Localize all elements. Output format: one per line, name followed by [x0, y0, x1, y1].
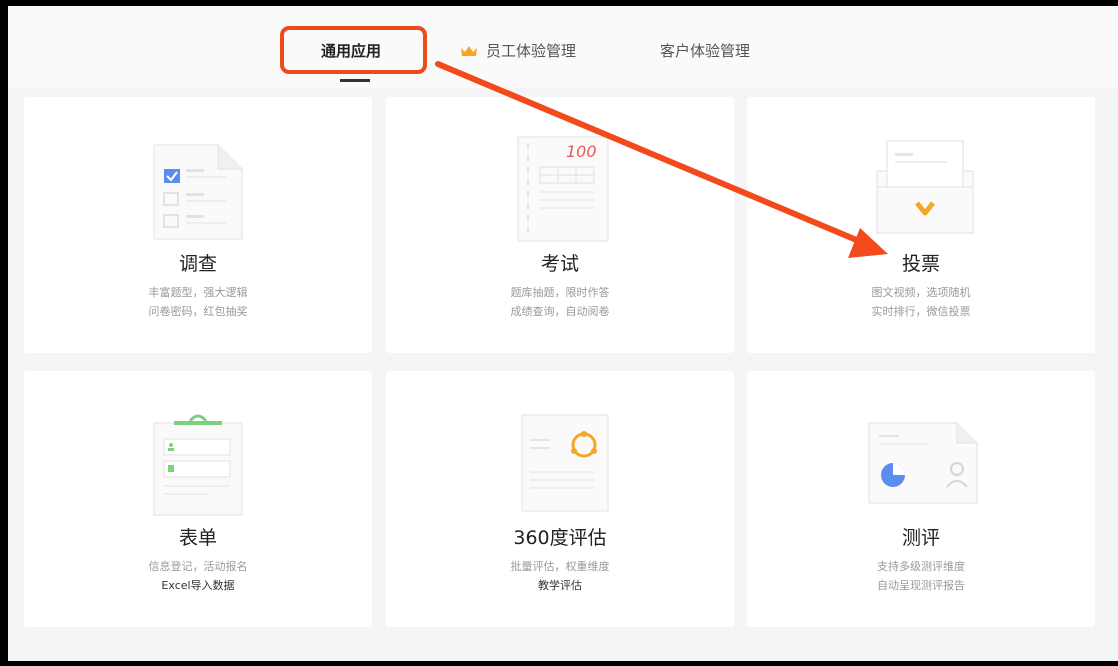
survey-icon: [153, 144, 243, 240]
card-description: 图文视频，选项随机 实时排行，微信投票: [747, 283, 1095, 321]
card-desc-line: 题库抽题，限时作答: [510, 286, 610, 299]
card-title: 调查: [178, 253, 217, 275]
card-title: 测评: [901, 527, 940, 549]
card-desc-line: 丰富题型，强大逻辑: [148, 286, 248, 299]
ballot-box-icon: [876, 140, 974, 234]
card-desc-line: 实时排行，微信投票: [871, 305, 971, 318]
app-card-360-review[interactable]: 360度评估 批量评估，权重维度 教学评估: [386, 371, 734, 627]
card-desc-line: 信息登记，活动报名: [148, 560, 248, 573]
card-desc-line: 成绩查询，自动阅卷: [510, 305, 610, 318]
app-frame: 通用应用 员工体验管理 客户体验管理 调查 丰富题型，强大逻辑 问卷密码，红包抽…: [8, 6, 1118, 661]
card-desc-line: 自动呈现测评报告: [877, 579, 965, 592]
highlight-box: [280, 26, 427, 74]
card-description: 丰富题型，强大逻辑 问卷密码，红包抽奖: [24, 283, 372, 321]
app-card-form[interactable]: 表单 信息登记，活动报名 Excel导入数据: [24, 371, 372, 627]
active-tab-indicator: [340, 79, 370, 82]
card-desc-line: 支持多级测评维度: [877, 560, 965, 573]
card-title: 考试: [540, 253, 579, 275]
exam-paper-icon: 100: [517, 136, 609, 242]
tab-customer-experience[interactable]: 客户体验管理: [660, 40, 750, 61]
app-card-assessment[interactable]: 测评 支持多级测评维度 自动呈现测评报告: [747, 371, 1095, 627]
card-title: 投票: [901, 253, 940, 275]
app-card-vote[interactable]: 投票 图文视频，选项随机 实时排行，微信投票: [747, 97, 1095, 353]
app-card-exam[interactable]: 100 考试 题库抽题，限时作答 成绩查询，自动阅卷: [386, 97, 734, 353]
360-review-icon: [521, 414, 609, 512]
app-card-survey[interactable]: 调查 丰富题型，强大逻辑 问卷密码，红包抽奖: [24, 97, 372, 353]
tab-employee-label: 员工体验管理: [486, 42, 577, 60]
card-desc-line: 教学评估: [538, 579, 582, 592]
card-desc-line: 图文视频，选项随机: [871, 286, 971, 299]
card-description: 题库抽题，限时作答 成绩查询，自动阅卷: [386, 283, 734, 321]
crown-icon: [461, 46, 477, 56]
card-desc-line: 批量评估，权重维度: [510, 560, 610, 573]
top-tab-bar: 通用应用 员工体验管理 客户体验管理: [8, 6, 1118, 88]
card-desc-line: Excel导入数据: [161, 579, 235, 592]
card-description: 信息登记，活动报名 Excel导入数据: [24, 557, 372, 595]
tab-employee-experience[interactable]: 员工体验管理: [460, 40, 576, 61]
card-title: 360度评估: [513, 527, 607, 549]
assessment-report-icon: [868, 422, 978, 504]
card-description: 批量评估，权重维度 教学评估: [386, 557, 734, 595]
card-desc-line: 问卷密码，红包抽奖: [148, 305, 248, 318]
card-title: 表单: [178, 527, 217, 549]
form-clipboard-icon: [153, 414, 243, 516]
score-label: 100: [566, 142, 597, 161]
card-description: 支持多级测评维度 自动呈现测评报告: [747, 557, 1095, 595]
